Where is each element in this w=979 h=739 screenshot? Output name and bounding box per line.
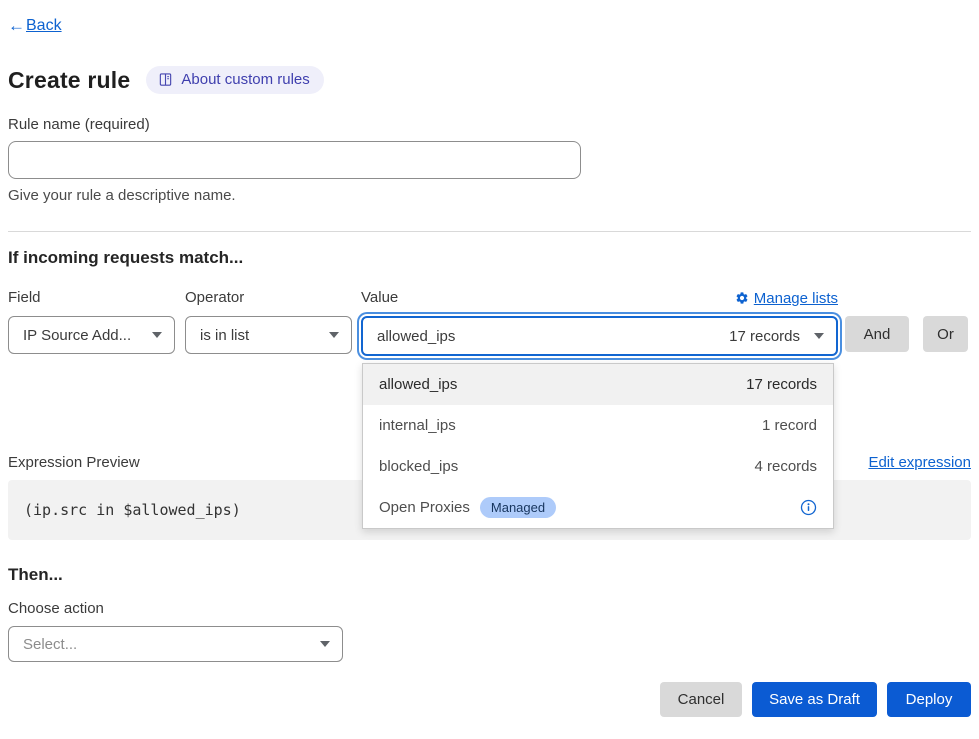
- page-title: Create rule: [8, 67, 130, 94]
- rule-name-input[interactable]: [8, 141, 581, 179]
- condition-row: Field IP Source Add... Operator is in li…: [8, 289, 971, 356]
- about-custom-rules-link[interactable]: About custom rules: [146, 66, 323, 94]
- chevron-down-icon: [814, 333, 824, 339]
- list-option-count: 4 records: [754, 458, 817, 475]
- expression-preview-label: Expression Preview: [8, 454, 140, 471]
- value-label: Value: [361, 289, 398, 307]
- value-select-value: allowed_ips: [377, 328, 455, 345]
- value-column: Value Manage lists allowed_ips 17 record…: [361, 289, 838, 356]
- list-option-open-proxies[interactable]: Open Proxies Managed: [363, 487, 833, 528]
- chevron-down-icon: [329, 332, 339, 338]
- list-option-name: allowed_ips: [379, 376, 457, 393]
- chevron-down-icon: [320, 641, 330, 647]
- then-heading: Then...: [8, 565, 971, 585]
- rule-name-label: Rule name (required): [8, 116, 971, 133]
- edit-expression-link[interactable]: Edit expression: [868, 454, 971, 471]
- choose-action-label: Choose action: [8, 600, 971, 617]
- deploy-button[interactable]: Deploy: [887, 682, 971, 717]
- save-as-draft-button[interactable]: Save as Draft: [752, 682, 877, 717]
- expression-code: (ip.src in $allowed_ips): [24, 501, 241, 519]
- about-custom-rules-label: About custom rules: [181, 71, 309, 88]
- field-select-value: IP Source Add...: [23, 327, 131, 344]
- rule-name-helper: Give your rule a descriptive name.: [8, 187, 971, 204]
- match-heading: If incoming requests match...: [8, 248, 971, 268]
- andor-buttons: And Or: [845, 316, 968, 356]
- field-select[interactable]: IP Source Add...: [8, 316, 175, 354]
- action-select[interactable]: Select...: [8, 626, 343, 662]
- footer-actions: Cancel Save as Draft Deploy: [8, 682, 971, 717]
- section-divider: [8, 231, 971, 232]
- action-select-placeholder: Select...: [23, 636, 77, 653]
- back-arrow-icon: ←: [8, 16, 25, 36]
- chevron-down-icon: [152, 332, 162, 338]
- field-column: Field IP Source Add...: [8, 289, 175, 356]
- list-option-allowed-ips[interactable]: allowed_ips 17 records: [363, 364, 833, 405]
- list-option-name: Open Proxies: [379, 499, 470, 516]
- operator-column: Operator is in list: [185, 289, 352, 356]
- value-header: Value Manage lists: [361, 289, 838, 307]
- operator-select-value: is in list: [200, 327, 249, 344]
- list-option-count: 1 record: [762, 417, 817, 434]
- operator-select[interactable]: is in list: [185, 316, 352, 354]
- list-option-name: blocked_ips: [379, 458, 458, 475]
- list-option-internal-ips[interactable]: internal_ips 1 record: [363, 405, 833, 446]
- create-rule-page: ← Back Create rule About custom rules Ru…: [0, 0, 979, 717]
- book-icon: [158, 72, 173, 87]
- gear-icon: [735, 291, 749, 305]
- operator-label: Operator: [185, 289, 352, 307]
- back-link[interactable]: ← Back: [8, 16, 62, 36]
- back-link-label: Back: [26, 17, 62, 35]
- value-select[interactable]: allowed_ips 17 records: [361, 316, 838, 356]
- or-button[interactable]: Or: [923, 316, 968, 352]
- list-option-count: 17 records: [746, 376, 817, 393]
- title-row: Create rule About custom rules: [8, 66, 971, 94]
- and-button[interactable]: And: [845, 316, 909, 352]
- field-label: Field: [8, 289, 175, 307]
- list-option-blocked-ips[interactable]: blocked_ips 4 records: [363, 446, 833, 487]
- cancel-button[interactable]: Cancel: [660, 682, 742, 717]
- value-select-count: 17 records: [729, 328, 800, 345]
- managed-badge: Managed: [480, 497, 556, 518]
- list-dropdown: allowed_ips 17 records internal_ips 1 re…: [362, 363, 834, 529]
- manage-lists-link[interactable]: Manage lists: [735, 290, 838, 307]
- list-option-name: internal_ips: [379, 417, 456, 434]
- info-icon[interactable]: [800, 499, 817, 516]
- manage-lists-label: Manage lists: [754, 290, 838, 307]
